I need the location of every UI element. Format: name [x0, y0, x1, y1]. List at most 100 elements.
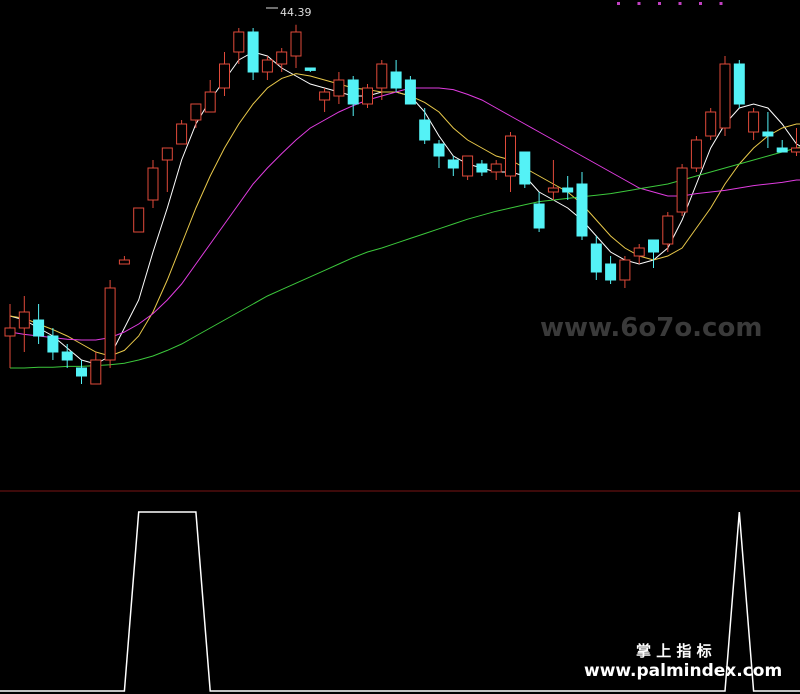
candle — [719, 56, 731, 136]
candle — [590, 236, 602, 280]
candle-body — [419, 119, 431, 141]
candle-body — [90, 359, 102, 385]
candle-body — [505, 135, 516, 177]
center-watermark: www.6o7o.com — [540, 313, 762, 343]
candle-body — [204, 91, 216, 113]
candle — [362, 84, 373, 108]
top-marker-dots — [617, 2, 723, 5]
candle — [776, 140, 788, 153]
candle — [147, 160, 159, 208]
candle-body — [748, 111, 760, 133]
candle-body — [390, 71, 402, 89]
candle-body — [547, 187, 559, 193]
candle-body — [776, 147, 788, 153]
stock-chart: 44.39 www.6o7o.com 掌 上 指 标 www.palmindex… — [0, 2, 800, 692]
candle — [204, 80, 216, 113]
candle-body — [462, 155, 474, 177]
candle — [547, 160, 559, 200]
logo-chinese-text: 掌 上 指 标 — [636, 642, 712, 660]
candle — [705, 108, 717, 140]
candle — [161, 147, 173, 192]
candle — [605, 256, 617, 284]
candle-body — [104, 287, 116, 361]
candle — [376, 60, 388, 100]
candle-body — [619, 259, 631, 281]
candle — [61, 344, 73, 368]
candle-body — [133, 207, 145, 233]
candle-body — [276, 51, 288, 65]
candle-body — [576, 183, 588, 237]
marker-dot — [719, 2, 723, 5]
candle-body — [176, 123, 188, 145]
candle-body — [690, 139, 702, 169]
candle-body — [447, 159, 459, 169]
candle-body — [633, 247, 645, 257]
candle — [462, 155, 474, 180]
candle — [648, 239, 659, 268]
candle — [47, 328, 59, 360]
candle — [447, 156, 459, 176]
candle — [533, 192, 545, 232]
candle — [4, 304, 16, 368]
candle-body — [791, 147, 800, 153]
candle-body — [376, 63, 388, 89]
candle — [133, 207, 145, 233]
candle-body — [347, 79, 359, 105]
candle — [219, 52, 230, 96]
candle — [333, 72, 345, 104]
candle-body — [47, 335, 59, 353]
candle-body — [490, 163, 502, 173]
candle-body — [304, 67, 316, 71]
candle — [18, 296, 30, 352]
candle — [90, 352, 102, 385]
candle-body — [362, 87, 373, 105]
candle-body — [290, 31, 302, 57]
candle — [347, 76, 359, 116]
candle — [733, 60, 745, 108]
marker-dot — [658, 2, 661, 5]
candle — [319, 88, 331, 112]
candle — [118, 256, 130, 265]
candle-body — [519, 151, 531, 185]
candle-body — [562, 187, 574, 193]
candle-body — [762, 131, 774, 137]
candle-body — [476, 163, 488, 173]
candle-body — [219, 63, 230, 89]
candle-body — [190, 103, 202, 121]
high-price-label: 44.39 — [280, 6, 312, 19]
candle — [404, 76, 416, 105]
candle-body — [319, 91, 331, 101]
candle — [276, 48, 288, 72]
candle-body — [705, 111, 717, 137]
candle — [419, 108, 431, 144]
candle — [519, 151, 531, 188]
candle-body — [605, 263, 617, 281]
ma-line-3 — [9, 87, 800, 341]
marker-dot — [637, 2, 641, 5]
candle-body — [662, 215, 674, 245]
candle — [33, 304, 45, 344]
logo-url-text: www.palmindex.com — [584, 661, 782, 681]
candle-body — [676, 167, 688, 213]
candle — [76, 360, 87, 384]
candle — [490, 160, 502, 180]
candle — [690, 136, 702, 172]
candle-body — [18, 311, 30, 329]
candle — [104, 280, 116, 368]
candle-body — [118, 259, 130, 265]
candle-body — [61, 351, 73, 361]
candle-body — [733, 63, 745, 105]
candle-body — [147, 167, 159, 201]
marker-dot — [678, 2, 682, 5]
candle-body — [233, 31, 245, 53]
candle — [476, 160, 488, 176]
candle — [562, 176, 574, 200]
candle — [290, 24, 302, 68]
marker-dot — [699, 2, 702, 5]
candle — [791, 128, 800, 156]
candle — [390, 60, 402, 92]
candle-body — [433, 143, 445, 157]
candle-body — [33, 319, 45, 337]
candle — [261, 56, 273, 80]
candle — [748, 108, 760, 140]
